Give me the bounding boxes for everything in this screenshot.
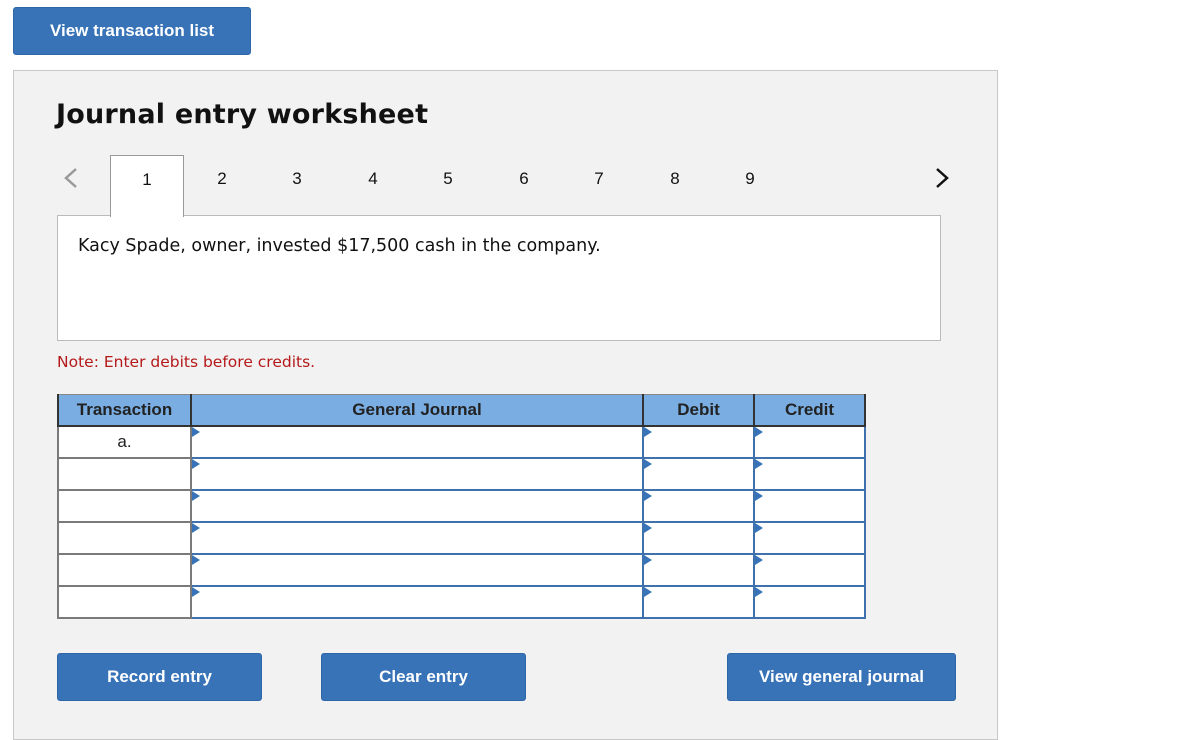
account-input[interactable]	[192, 555, 642, 585]
table-row	[57, 553, 866, 587]
header-debit: Debit	[642, 394, 755, 427]
credit-input[interactable]	[755, 523, 864, 553]
debit-cell	[642, 521, 755, 555]
account-input[interactable]	[192, 587, 642, 617]
transaction-cell	[57, 489, 192, 523]
table-row	[57, 521, 866, 555]
debit-cell	[642, 425, 755, 459]
table-row	[57, 585, 866, 619]
credit-input[interactable]	[755, 427, 864, 457]
credit-input[interactable]	[755, 459, 864, 489]
debit-cell	[642, 457, 755, 491]
debit-cell	[642, 585, 755, 619]
header-transaction: Transaction	[57, 394, 192, 427]
table-row	[57, 457, 866, 491]
debit-input[interactable]	[644, 555, 753, 585]
account-cell	[190, 425, 644, 459]
account-input[interactable]	[192, 523, 642, 553]
credit-cell	[753, 553, 866, 587]
debit-input[interactable]	[644, 523, 753, 553]
account-cell	[190, 521, 644, 555]
account-cell	[190, 489, 644, 523]
tab-3[interactable]: 3	[260, 155, 334, 217]
note-text: Note: Enter debits before credits.	[57, 353, 316, 371]
debit-input[interactable]	[644, 587, 753, 617]
tab-9[interactable]: 9	[713, 155, 787, 217]
debit-input[interactable]	[644, 427, 753, 457]
credit-cell	[753, 425, 866, 459]
debit-input[interactable]	[644, 491, 753, 521]
transaction-description-box: Kacy Spade, owner, invested $17,500 cash…	[57, 215, 941, 341]
account-cell	[190, 585, 644, 619]
record-entry-button[interactable]: Record entry	[57, 653, 262, 701]
account-cell	[190, 553, 644, 587]
tab-7[interactable]: 7	[562, 155, 636, 217]
account-input[interactable]	[192, 427, 642, 457]
transaction-description: Kacy Spade, owner, invested $17,500 cash…	[78, 236, 601, 256]
journal-entry-worksheet-panel: Journal entry worksheet 1 2 3 4 5 6 7 8 …	[13, 70, 998, 740]
table-row	[57, 489, 866, 523]
debit-cell	[642, 489, 755, 523]
transaction-cell	[57, 521, 192, 555]
credit-cell	[753, 457, 866, 491]
tab-4[interactable]: 4	[336, 155, 410, 217]
chevron-left-icon[interactable]	[61, 163, 81, 193]
general-journal-table: Transaction General Journal Debit Credit…	[57, 394, 866, 619]
chevron-right-icon[interactable]	[932, 163, 952, 193]
credit-input[interactable]	[755, 587, 864, 617]
account-input[interactable]	[192, 491, 642, 521]
transaction-cell	[57, 585, 192, 619]
credit-input[interactable]	[755, 555, 864, 585]
tab-2[interactable]: 2	[185, 155, 259, 217]
credit-cell	[753, 521, 866, 555]
worksheet-title: Journal entry worksheet	[56, 99, 429, 130]
tab-5[interactable]: 5	[411, 155, 485, 217]
account-cell	[190, 457, 644, 491]
view-general-journal-button[interactable]: View general journal	[727, 653, 956, 701]
credit-cell	[753, 585, 866, 619]
debit-cell	[642, 553, 755, 587]
credit-cell	[753, 489, 866, 523]
table-row: a.	[57, 425, 866, 459]
account-input[interactable]	[192, 459, 642, 489]
tab-8[interactable]: 8	[638, 155, 712, 217]
debit-input[interactable]	[644, 459, 753, 489]
header-general-journal: General Journal	[190, 394, 644, 427]
transaction-cell	[57, 457, 192, 491]
tab-6[interactable]: 6	[487, 155, 561, 217]
tab-1[interactable]: 1	[110, 155, 184, 217]
transaction-cell	[57, 553, 192, 587]
clear-entry-button[interactable]: Clear entry	[321, 653, 526, 701]
view-transaction-list-button[interactable]: View transaction list	[13, 7, 251, 55]
credit-input[interactable]	[755, 491, 864, 521]
transaction-cell: a.	[57, 425, 192, 459]
header-credit: Credit	[753, 394, 866, 427]
